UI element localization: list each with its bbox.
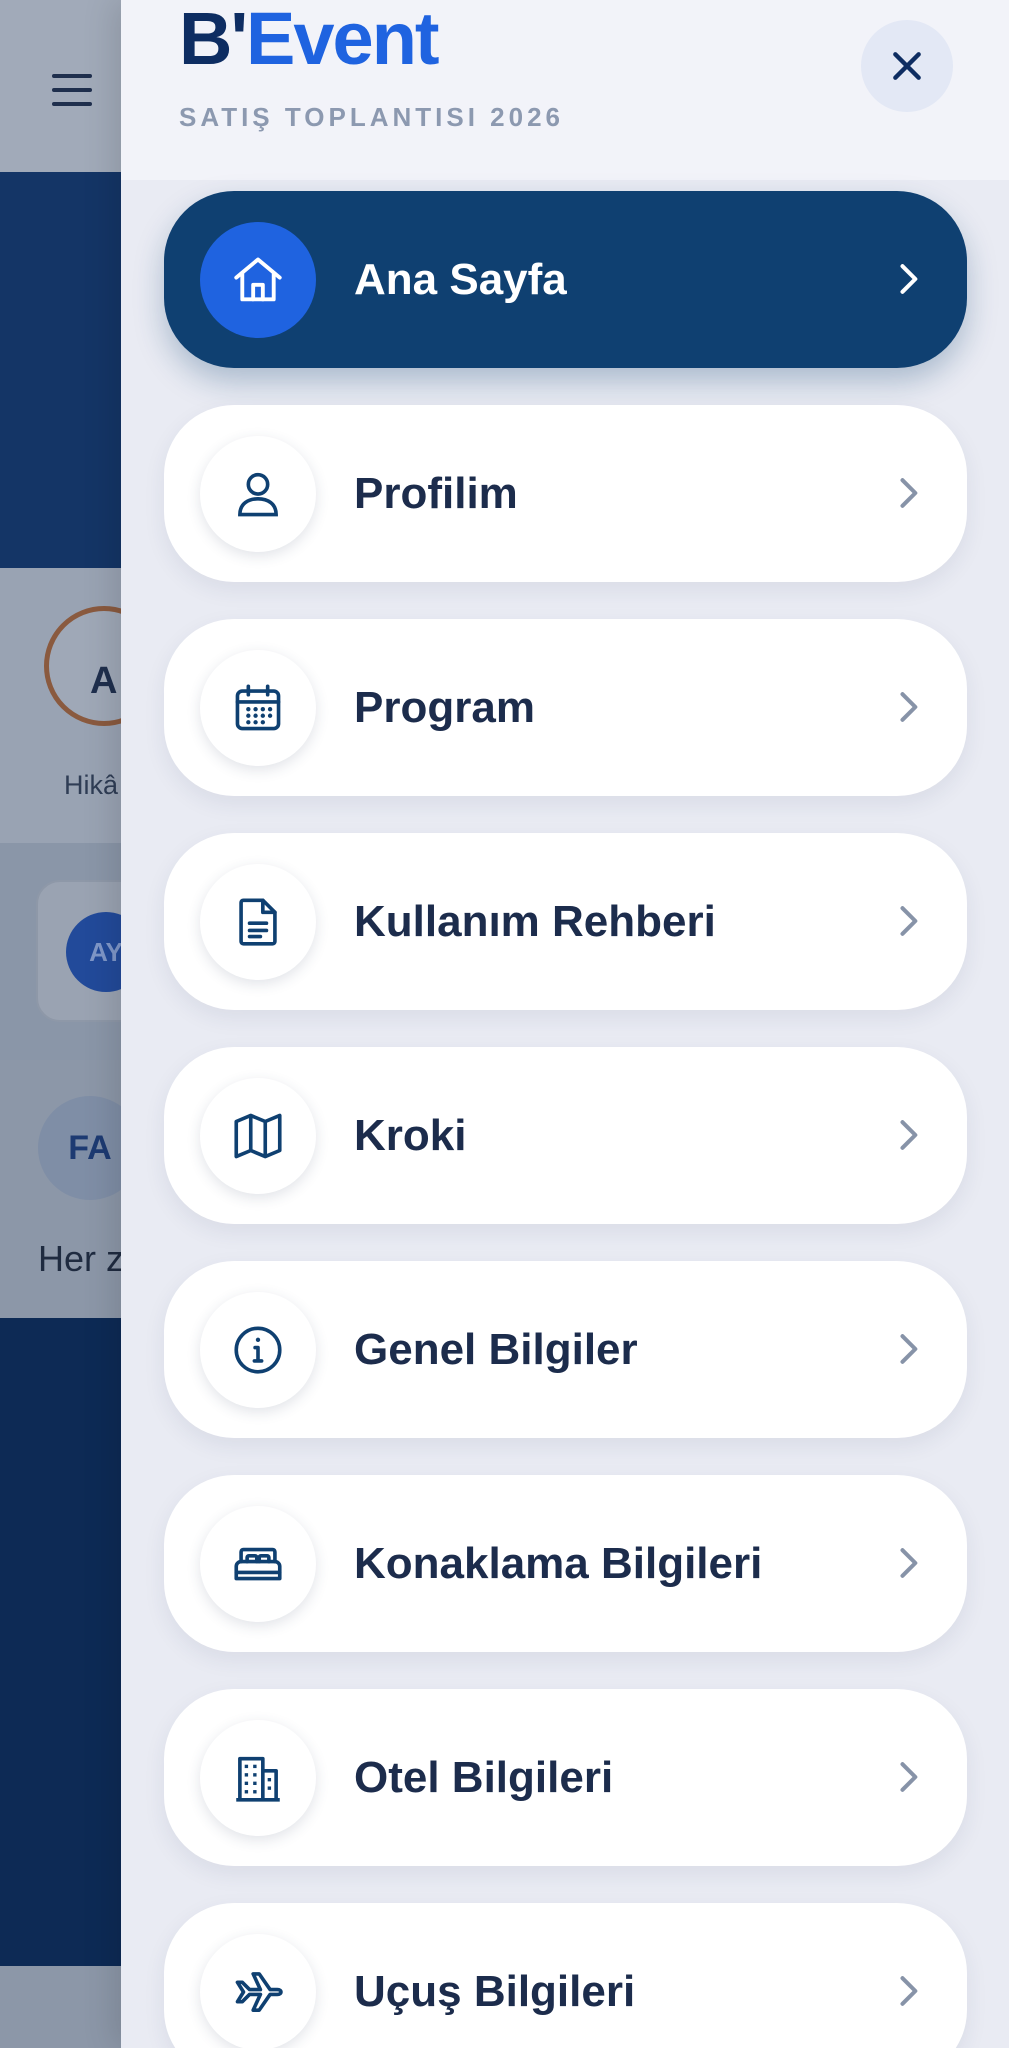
- nav-item-profile[interactable]: Profilim: [164, 405, 967, 582]
- chevron-right-icon: [900, 1334, 918, 1364]
- chevron-right-icon: [900, 692, 918, 722]
- document-icon: [239, 898, 277, 946]
- nav-label: Profilim: [354, 469, 518, 518]
- nav-icon-wrap: [200, 1934, 316, 2048]
- brand-part-1: B': [179, 0, 248, 80]
- nav-label: Ana Sayfa: [354, 255, 567, 304]
- nav-item-general-info[interactable]: Genel Bilgiler: [164, 1261, 967, 1438]
- navigation-drawer: B'Event SATIŞ TOPLANTISI 2026 Ana Sayfa …: [121, 0, 1009, 2048]
- nav-icon-wrap: [200, 650, 316, 766]
- chevron-right-icon: [900, 1976, 918, 2006]
- nav-label: Kullanım Rehberi: [354, 897, 716, 946]
- user-icon: [238, 472, 278, 517]
- nav-item-accommodation[interactable]: Konaklama Bilgileri: [164, 1475, 967, 1652]
- nav-item-flight-info[interactable]: Uçuş Bilgileri: [164, 1903, 967, 2048]
- chevron-right-icon: [900, 478, 918, 508]
- nav-icon-wrap: [200, 1720, 316, 1836]
- story-initials: A: [90, 660, 118, 702]
- nav-icon-wrap: [200, 1506, 316, 1622]
- story-label: Hikâ: [64, 770, 119, 800]
- nav-icon-wrap: [200, 1292, 316, 1408]
- nav-label: Konaklama Bilgileri: [354, 1539, 763, 1588]
- nav-label: Otel Bilgileri: [354, 1753, 614, 1802]
- feed-text: Her z: [38, 1238, 125, 1279]
- brand-part-2: Event: [246, 0, 440, 80]
- nav-icon-wrap: [200, 864, 316, 980]
- close-icon: [893, 52, 921, 80]
- chevron-right-icon: [900, 1762, 918, 1792]
- nav-icon-wrap: [200, 222, 316, 338]
- bed-icon: [234, 1547, 282, 1581]
- nav-label: Genel Bilgiler: [354, 1325, 638, 1374]
- nav-icon-wrap: [200, 1078, 316, 1194]
- calendar-icon: [235, 684, 281, 731]
- building-icon: [236, 1756, 280, 1802]
- info-icon: [234, 1326, 282, 1374]
- brand-logo: B'Event: [179, 2, 440, 76]
- chevron-right-icon: [900, 906, 918, 936]
- chevron-right-icon: [900, 1120, 918, 1150]
- chevron-right-icon: [900, 1548, 918, 1578]
- nav-item-home[interactable]: Ana Sayfa: [164, 191, 967, 368]
- plane-icon: [235, 1972, 283, 2012]
- hamburger-menu-icon[interactable]: [52, 74, 92, 108]
- nav-label: Uçuş Bilgileri: [354, 1967, 636, 2016]
- event-name: SATIŞ TOPLANTISI 2026: [179, 102, 565, 132]
- map-icon: [234, 1113, 282, 1159]
- nav-item-hotel-info[interactable]: Otel Bilgileri: [164, 1689, 967, 1866]
- nav-icon-wrap: [200, 436, 316, 552]
- chevron-right-icon: [900, 264, 918, 294]
- nav-item-program[interactable]: Program: [164, 619, 967, 796]
- nav-label: Program: [354, 683, 535, 732]
- close-button[interactable]: [861, 20, 953, 112]
- nav-item-user-guide[interactable]: Kullanım Rehberi: [164, 833, 967, 1010]
- nav-label: Kroki: [354, 1111, 467, 1160]
- drawer-header: B'Event SATIŞ TOPLANTISI 2026: [121, 0, 1009, 180]
- nav-item-map[interactable]: Kroki: [164, 1047, 967, 1224]
- home-icon: [234, 257, 282, 302]
